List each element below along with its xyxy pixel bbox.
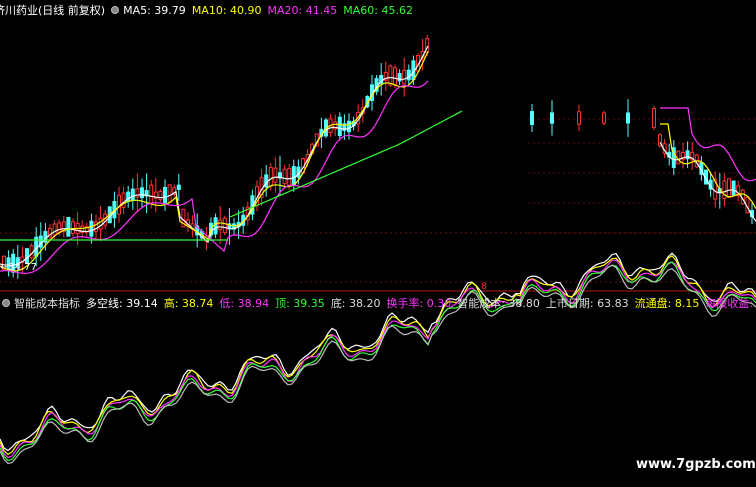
- candle-body: [577, 111, 581, 125]
- candle-body: [66, 216, 71, 237]
- indicator-header: 智能成本指标 多空线: 39.14 高: 38.74 低: 38.94 顶: 3…: [0, 295, 756, 311]
- duokong-value: 多空线: 39.14: [86, 297, 158, 310]
- candle-body: [117, 194, 121, 215]
- candle-body: [163, 187, 167, 204]
- ma20-value: MA20: 41.45: [267, 3, 338, 17]
- di-value: 低: 38.94: [219, 297, 270, 310]
- listing-value: 上市日期: 63.83: [545, 297, 629, 310]
- turnover-value: 换手率: 0.30: [386, 297, 452, 310]
- indicator-settings-icon[interactable]: [2, 299, 10, 307]
- ma10-line: [0, 51, 429, 272]
- float-value: 流通盘: 8.15: [634, 297, 700, 310]
- candle-body: [135, 188, 140, 198]
- gao-value: 高: 38.74: [163, 297, 214, 310]
- candle-body: [149, 184, 154, 204]
- bottom-value: 底: 38.20: [330, 297, 381, 310]
- cost-value: 智能成本: 38.80: [457, 297, 540, 310]
- candle-body: [98, 217, 103, 230]
- candle-body: [140, 187, 144, 199]
- eps-value: 每股收益: 2.14: [705, 297, 756, 310]
- candle-body: [287, 168, 292, 186]
- candle-body: [89, 220, 94, 237]
- candle-body: [402, 69, 407, 85]
- candle-body: [176, 184, 181, 190]
- candle-body: [52, 223, 57, 236]
- low-price-label: ←34.77: [0, 262, 38, 273]
- ding-value: 顶: 39.35: [275, 297, 325, 310]
- candle-body: [406, 69, 411, 81]
- price-chart-area: [0, 34, 756, 465]
- split-marker: 8: [481, 282, 487, 292]
- indicator-line: [0, 261, 756, 462]
- settings-icon[interactable]: [111, 6, 120, 14]
- indicator-title: 智能成本指标: [14, 297, 80, 310]
- candle-body: [393, 67, 397, 86]
- candle-body: [652, 108, 656, 128]
- candle-body: [268, 166, 273, 187]
- candle-body: [130, 188, 135, 200]
- indicator-line: [0, 255, 756, 456]
- candle-body: [158, 190, 163, 201]
- candle-body: [731, 180, 736, 196]
- indicator-line: [0, 252, 756, 452]
- candle-body: [530, 111, 534, 125]
- candle-body: [121, 192, 126, 208]
- candle-body: [602, 112, 606, 124]
- candle-body: [550, 112, 554, 124]
- candle-body: [282, 168, 287, 185]
- candle-body: [337, 116, 342, 136]
- candle-body: [626, 112, 630, 124]
- candle-body: [167, 184, 172, 204]
- candle-body: [727, 178, 731, 198]
- candle-body: [57, 222, 62, 233]
- watermark: www.7gpzb.com: [636, 457, 756, 472]
- candle-body: [388, 65, 393, 86]
- candle-body: [291, 166, 296, 186]
- candle-body: [71, 221, 75, 234]
- ma10-value: MA10: 40.90: [191, 3, 262, 17]
- candle-body: [218, 219, 223, 231]
- ma60-value: MA60: 45.62: [343, 3, 413, 17]
- candle-body: [29, 245, 34, 259]
- candle-body: [347, 120, 351, 133]
- candle-body: [222, 217, 227, 234]
- candle-body: [273, 167, 278, 183]
- indicator-line: [0, 259, 756, 459]
- candle-body: [213, 217, 218, 235]
- price-header: 济川药业(日线 前复权) MA5: 39.79 MA10: 40.90 MA20…: [0, 2, 419, 18]
- ma5-value: MA5: 39.79: [123, 3, 186, 17]
- stock-name: 济川药业(日线 前复权): [0, 4, 106, 17]
